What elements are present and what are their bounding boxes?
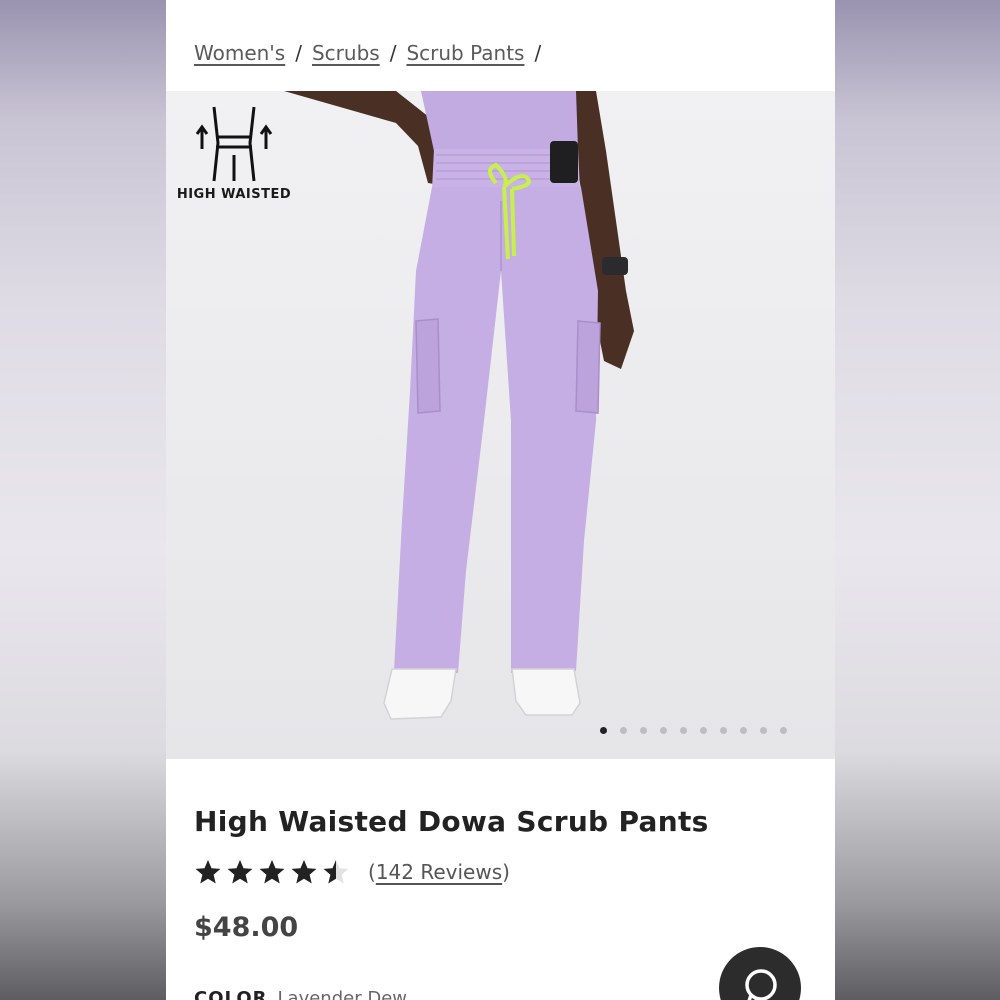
breadcrumb-scrub-pants[interactable]: Scrub Pants [406, 41, 524, 65]
star-icon [227, 860, 253, 884]
reviews-count: 142 Reviews [375, 860, 503, 884]
star-icon [291, 860, 317, 884]
breadcrumb: Women's / Scrubs / Scrub Pants / [194, 38, 541, 68]
breadcrumb-womens[interactable]: Women's [194, 41, 285, 65]
carousel-dot[interactable] [740, 727, 747, 734]
carousel-dot[interactable] [600, 727, 607, 734]
color-value: Lavender Dew [277, 988, 407, 1000]
carousel-dot[interactable] [780, 727, 787, 734]
breadcrumb-separator: / [295, 41, 302, 65]
carousel-dot[interactable] [680, 727, 687, 734]
carousel-dot[interactable] [700, 727, 707, 734]
breadcrumb-separator: / [534, 41, 542, 65]
chat-bubble-icon [745, 969, 777, 1000]
breadcrumb-scrubs[interactable]: Scrubs [312, 41, 380, 65]
high-waist-icon [195, 106, 273, 182]
carousel-dot[interactable] [760, 727, 767, 734]
reviews-close-paren: ) [502, 860, 510, 884]
reviews-open-paren: ( [368, 860, 376, 884]
color-label: COLOR [194, 988, 268, 1000]
star-icon [259, 860, 285, 884]
carousel-dot[interactable] [640, 727, 647, 734]
rating-row: (142 Reviews) [194, 858, 510, 886]
chat-button[interactable] [719, 947, 801, 1000]
reviews-link[interactable]: (142 Reviews) [368, 860, 510, 884]
product-price: $48.00 [194, 912, 299, 943]
carousel-dot[interactable] [660, 727, 667, 734]
high-waisted-badge: HIGH WAISTED [174, 103, 294, 203]
product-image-carousel[interactable]: HIGH WAISTED [166, 91, 835, 759]
mobile-page: Women's / Scrubs / Scrub Pants / HIGH WA… [166, 0, 835, 1000]
badge-label: HIGH WAISTED [176, 187, 292, 202]
star-icon [323, 860, 349, 884]
color-selector-label: COLOR Lavender Dew [194, 988, 407, 1000]
breadcrumb-separator: / [389, 41, 397, 65]
carousel-dot[interactable] [620, 727, 627, 734]
star-rating [194, 858, 350, 886]
carousel-dot[interactable] [720, 727, 727, 734]
product-title: High Waisted Dowa Scrub Pants [194, 805, 709, 838]
carousel-dots [600, 727, 787, 734]
star-icon [195, 860, 221, 884]
